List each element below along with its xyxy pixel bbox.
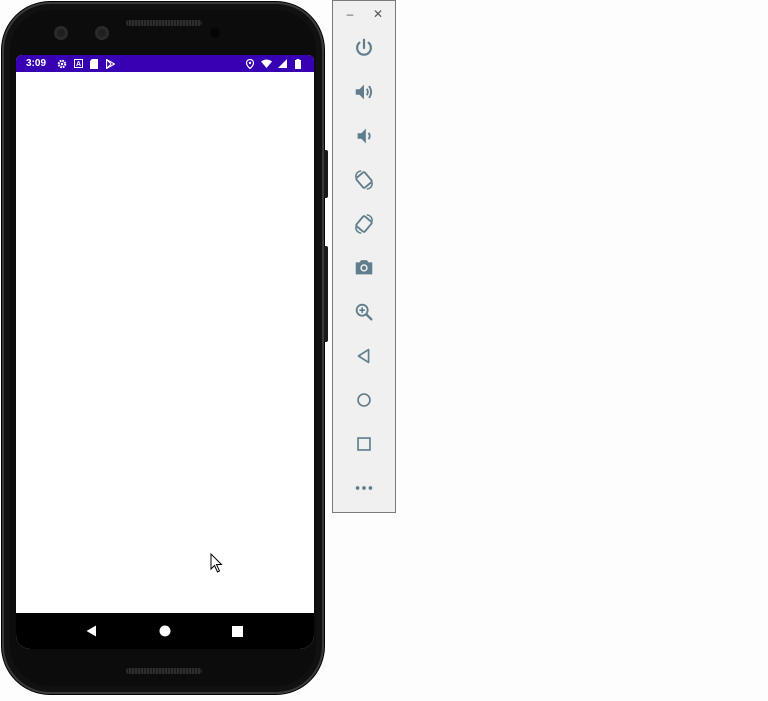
zoom-button[interactable] [348, 296, 380, 328]
power-icon [356, 38, 372, 56]
rotate-right-icon [355, 214, 373, 234]
volume-up-icon [355, 84, 373, 100]
more-button[interactable] [348, 472, 380, 504]
zoom-in-icon [355, 303, 373, 321]
proximity-sensor [210, 28, 220, 38]
front-sensor-left [54, 26, 68, 40]
window-controls: – ✕ [333, 5, 395, 23]
navigation-bar [16, 613, 314, 649]
power-side-button [324, 150, 328, 198]
volume-up-button[interactable] [348, 76, 380, 108]
screenshot-button[interactable] [348, 251, 380, 283]
camera-icon [355, 260, 373, 275]
rotate-right-button[interactable] [348, 208, 380, 240]
top-speaker [126, 20, 202, 26]
sd-card-icon [86, 55, 102, 72]
location-icon [242, 55, 258, 72]
svg-text:A: A [75, 61, 80, 68]
volume-down-button[interactable] [348, 120, 380, 152]
nav-recents-button[interactable] [226, 619, 250, 643]
more-dots-icon [355, 486, 373, 490]
gear-icon [54, 55, 70, 72]
overview-icon [357, 437, 371, 451]
minimize-button[interactable]: – [343, 5, 357, 23]
play-store-icon [102, 55, 118, 72]
back-button[interactable] [348, 340, 380, 372]
recents-square-icon [232, 625, 244, 637]
nav-home-button[interactable] [153, 619, 177, 643]
phone-screen: 3:09 A [16, 55, 314, 649]
a-box-icon: A [70, 55, 86, 72]
home-button[interactable] [348, 384, 380, 416]
overview-button[interactable] [348, 428, 380, 460]
status-right-icons [242, 55, 306, 72]
emulator-stage: 3:09 A – ✕ [0, 0, 768, 701]
app-content-area[interactable] [16, 72, 314, 613]
home-circle-icon [159, 625, 171, 637]
close-button[interactable]: ✕ [371, 5, 385, 23]
nav-back-button[interactable] [80, 619, 104, 643]
power-button[interactable] [348, 32, 380, 64]
phone-device: 3:09 A [2, 2, 328, 694]
back-triangle-icon [86, 625, 97, 637]
back-icon [357, 348, 370, 364]
emulator-toolbar: – ✕ [332, 0, 396, 513]
battery-icon [290, 55, 306, 72]
status-bar: 3:09 A [16, 55, 314, 72]
front-camera-icon [95, 26, 109, 40]
volume-down-icon [357, 128, 371, 144]
mouse-cursor-icon [210, 553, 223, 573]
home-icon [357, 393, 371, 407]
volume-side-button [324, 246, 328, 342]
rotate-left-icon [355, 170, 373, 190]
wifi-icon [258, 55, 274, 72]
bottom-speaker [126, 668, 202, 674]
rotate-left-button[interactable] [348, 164, 380, 196]
status-time: 3:09 [26, 58, 47, 69]
signal-icon [274, 55, 290, 72]
